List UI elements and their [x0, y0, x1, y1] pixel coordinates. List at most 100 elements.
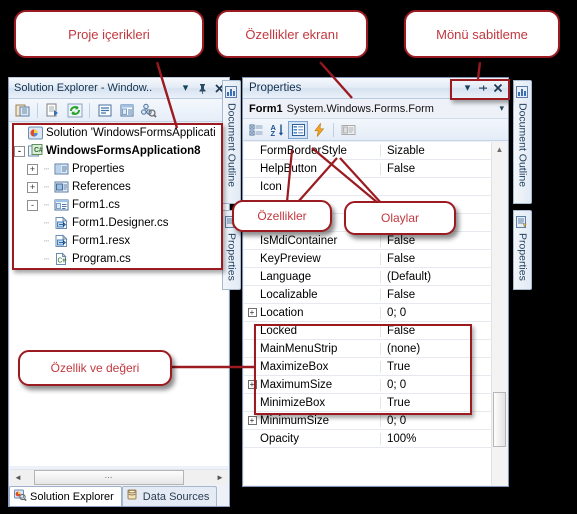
- view-code-icon[interactable]: [94, 101, 115, 120]
- property-row[interactable]: Opacity 100%: [244, 430, 507, 448]
- property-row[interactable]: Localizable False: [244, 286, 507, 304]
- show-all-files-icon[interactable]: [42, 101, 63, 120]
- property-row[interactable]: + Location 0; 0: [244, 304, 507, 322]
- property-value[interactable]: False: [380, 234, 507, 247]
- view-class-diagram-icon[interactable]: [138, 101, 159, 120]
- vtab-label: Properties: [225, 233, 238, 281]
- highlight-property-value-rows: [254, 324, 472, 415]
- expand-expander[interactable]: +: [247, 416, 257, 425]
- solution-explorer-title: Solution Explorer - Window..: [14, 82, 153, 94]
- callout-olaylar: Olaylar: [344, 201, 456, 235]
- property-value[interactable]: 100%: [380, 432, 507, 445]
- properties-window-icon[interactable]: [12, 101, 33, 120]
- highlight-solution-tree: [12, 123, 223, 270]
- callout-text: Proje içerikleri: [68, 26, 150, 42]
- selected-object-type: System.Windows.Forms.Form: [286, 102, 434, 115]
- expand-expander[interactable]: +: [247, 308, 257, 317]
- callout-proje-icerikleri: Proje içerikleri: [14, 10, 204, 58]
- solution-explorer-titlebar-buttons: ▾: [178, 81, 227, 96]
- solution-explorer-tabstrip: Solution Explorer Data Sources: [9, 485, 229, 506]
- callout-ozellikler-ekrani: Özellikler ekranı: [216, 10, 368, 58]
- callout-ozellikler: Özellikler: [232, 200, 332, 232]
- solution-explorer-toolbar: [9, 99, 229, 122]
- property-name: Localizable: [260, 288, 318, 301]
- view-designer-icon[interactable]: [116, 101, 137, 120]
- property-value[interactable]: 0; 0: [380, 306, 507, 319]
- callout-text: Özellikler ekranı: [245, 26, 339, 42]
- chevron-down-icon[interactable]: ▾: [499, 103, 504, 114]
- vtab-label: Properties: [516, 233, 529, 281]
- callout-monu-sabitleme: Mönü sabitleme: [404, 10, 560, 58]
- property-row[interactable]: Language (Default): [244, 268, 507, 286]
- properties-window: Properties ▾ Form1 System.Windows.Forms.…: [242, 77, 509, 487]
- toolbar-separator: [37, 102, 38, 118]
- alphabetical-button[interactable]: A Z: [267, 121, 287, 139]
- property-name: IsMdiContainer: [260, 234, 338, 247]
- callout-text: Özellik ve değeri: [50, 361, 140, 375]
- events-button[interactable]: [309, 121, 329, 139]
- scroll-left-icon[interactable]: ◄: [10, 470, 26, 485]
- dropdown-icon[interactable]: ▾: [178, 81, 193, 96]
- property-expander-cell: +: [244, 308, 260, 317]
- tab-label: Solution Explorer: [30, 490, 114, 503]
- callout-text: Olaylar: [380, 211, 419, 225]
- property-name: KeyPreview: [260, 252, 321, 265]
- properties-title: Properties: [249, 82, 302, 94]
- tab-label: Data Sources: [142, 490, 210, 503]
- property-value[interactable]: 0; 0: [380, 414, 507, 427]
- left-vertical-tabstrip: Document Outline Properties: [222, 80, 241, 290]
- data-sources-icon: [127, 489, 140, 504]
- property-name: Language: [260, 270, 312, 283]
- scroll-right-icon[interactable]: ►: [212, 470, 228, 485]
- property-pages-button[interactable]: [338, 121, 358, 139]
- callout-text: Özellikler: [257, 209, 307, 223]
- property-name: MinimumSize: [260, 414, 330, 427]
- properties-grid[interactable]: FormBorderStyle Sizable HelpButton False Ico…: [244, 142, 507, 485]
- callout-ozellik-ve-degeri: Özellik ve değeri: [18, 350, 172, 386]
- solution-explorer-horizontal-scrollbar[interactable]: ◄ ⋯ ►: [10, 469, 228, 485]
- property-name: FormBorderStyle: [260, 144, 347, 157]
- document-outline-icon: [516, 86, 529, 99]
- property-name: Icon: [260, 180, 282, 193]
- scrollbar-track[interactable]: ⋯: [26, 470, 212, 485]
- categorized-button[interactable]: [246, 121, 266, 139]
- properties-icon: [516, 216, 529, 229]
- properties-button[interactable]: [288, 120, 308, 139]
- properties-toolbar: A Z: [243, 119, 508, 141]
- callout-text: Mönü sabitleme: [436, 26, 528, 42]
- property-row[interactable]: KeyPreview False: [244, 250, 507, 268]
- properties-object-selector[interactable]: Form1 System.Windows.Forms.Form ▾: [243, 99, 508, 119]
- property-value[interactable]: False: [380, 288, 507, 301]
- refresh-icon[interactable]: [64, 101, 85, 120]
- tab-data-sources[interactable]: Data Sources: [121, 486, 218, 506]
- document-outline-icon: [225, 86, 238, 99]
- right-vertical-tabstrip: Document Outline Properties: [513, 80, 532, 290]
- vtab-document-outline-right[interactable]: Document Outline: [513, 80, 532, 204]
- scrollbar-thumb[interactable]: ⋯: [34, 470, 184, 485]
- vtab-document-outline-left[interactable]: Document Outline: [222, 80, 241, 204]
- property-value[interactable]: False: [380, 162, 507, 175]
- property-value[interactable]: Sizable: [380, 144, 507, 157]
- solution-explorer-titlebar: Solution Explorer - Window.. ▾: [9, 78, 229, 99]
- scrollbar-thumb[interactable]: [493, 392, 506, 447]
- vtab-label: Document Outline: [516, 103, 529, 188]
- vtab-properties-right[interactable]: Properties: [513, 210, 532, 290]
- property-expander-cell: +: [244, 416, 260, 425]
- property-name: HelpButton: [260, 162, 317, 175]
- property-row[interactable]: FormBorderStyle Sizable: [244, 142, 507, 160]
- vtab-label: Document Outline: [225, 103, 238, 188]
- property-row[interactable]: HelpButton False: [244, 160, 507, 178]
- highlight-pin-buttons: [450, 79, 510, 100]
- properties-vertical-scrollbar[interactable]: ▲: [491, 142, 507, 485]
- property-value[interactable]: (Default): [380, 270, 507, 283]
- property-value[interactable]: False: [380, 252, 507, 265]
- scroll-up-icon[interactable]: ▲: [492, 142, 507, 157]
- property-row[interactable]: Icon: [244, 178, 507, 196]
- tab-solution-explorer[interactable]: Solution Explorer: [9, 486, 122, 506]
- svg-text:Z: Z: [270, 129, 275, 137]
- toolbar-separator: [89, 102, 90, 118]
- solution-explorer-icon: [14, 489, 27, 504]
- pin-icon[interactable]: [195, 81, 210, 96]
- toolbar-separator: [333, 122, 334, 137]
- selected-object-name: Form1: [249, 102, 283, 115]
